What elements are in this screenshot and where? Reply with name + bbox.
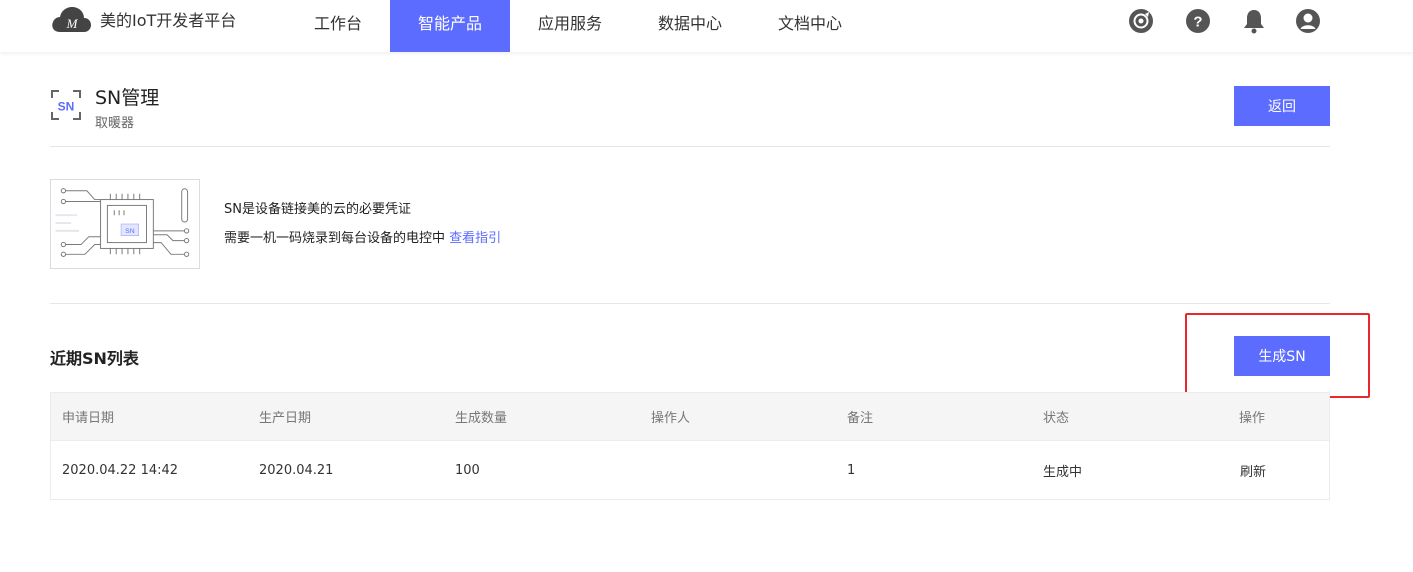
nav-item-smart-products[interactable]: 智能产品 (390, 0, 510, 52)
generate-sn-button[interactable]: 生成SN (1234, 336, 1330, 376)
sn-table: 申请日期 生产日期 生成数量 操作人 备注 状态 操作 2020.04.22 1… (50, 392, 1330, 500)
nav-item-app-services[interactable]: 应用服务 (524, 0, 616, 52)
nav-item-data-center[interactable]: 数据中心 (644, 0, 736, 52)
svg-text:M: M (66, 16, 79, 31)
header-divider (50, 146, 1330, 147)
column-header: 状态 (1043, 411, 1070, 426)
nav-item-workbench[interactable]: 工作台 (296, 0, 380, 52)
status-cell: 生成中 (1043, 464, 1083, 480)
sn-badge-icon: SN (51, 90, 81, 120)
nav-item-label: 文档中心 (777, 14, 842, 33)
info-divider (50, 303, 1330, 304)
svg-text:?: ? (1193, 14, 1202, 31)
brand-name: 美的IoT开发者平台 (100, 11, 237, 30)
table-row: 2020.04.22 14:42 2020.04.21 100 1 生成中 刷新 (51, 441, 1329, 499)
back-button[interactable]: 返回 (1234, 86, 1330, 126)
page-title: SN管理 (95, 87, 160, 109)
view-guide-link[interactable]: 查看指引 (449, 231, 501, 246)
nav-item-docs-center[interactable]: 文档中心 (764, 0, 856, 52)
remark-cell: 1 (847, 462, 856, 478)
target-icon[interactable] (1128, 8, 1154, 34)
quantity-cell: 100 (455, 462, 480, 478)
column-header: 操作人 (651, 411, 691, 426)
table-header: 申请日期 生产日期 生成数量 操作人 备注 状态 操作 (51, 393, 1329, 441)
cloud-logo-icon: M (52, 7, 91, 32)
bell-icon[interactable] (1241, 8, 1267, 34)
production-date-cell: 2020.04.21 (259, 462, 334, 478)
section-title: 近期SN列表 (50, 349, 139, 368)
top-navigation-bar: M 美的IoT开发者平台 工作台 智能产品 应用服务 数据中心 文档中心 ? (0, 0, 1413, 52)
column-header: 操作 (1239, 411, 1266, 426)
column-header: 申请日期 (62, 411, 115, 426)
chip-sn-label: SN (125, 228, 135, 235)
user-icon[interactable] (1295, 8, 1321, 34)
sn-instruction-text: 需要一机一码烧录到每台设备的电控中 (224, 231, 446, 246)
brand-logo[interactable]: M 美的IoT开发者平台 (50, 4, 236, 34)
sn-badge-text: SN (58, 100, 75, 114)
nav-item-label: 数据中心 (657, 14, 722, 33)
chip-illustration: SN (50, 179, 200, 269)
help-icon[interactable]: ? (1185, 8, 1211, 34)
sn-instruction: 需要一机一码烧录到每台设备的电控中 查看指引 (224, 227, 501, 246)
sn-description: SN是设备链接美的云的必要凭证 (224, 202, 411, 217)
refresh-link[interactable]: 刷新 (1240, 441, 1266, 499)
nav-item-label: 应用服务 (537, 14, 602, 33)
product-name: 取暖器 (95, 116, 135, 131)
apply-date-cell: 2020.04.22 14:42 (62, 462, 179, 478)
nav-item-label: 智能产品 (417, 14, 482, 33)
column-header: 备注 (847, 411, 874, 426)
nav-item-label: 工作台 (313, 14, 362, 33)
column-header: 生成数量 (455, 411, 508, 426)
column-header: 生产日期 (259, 411, 312, 426)
